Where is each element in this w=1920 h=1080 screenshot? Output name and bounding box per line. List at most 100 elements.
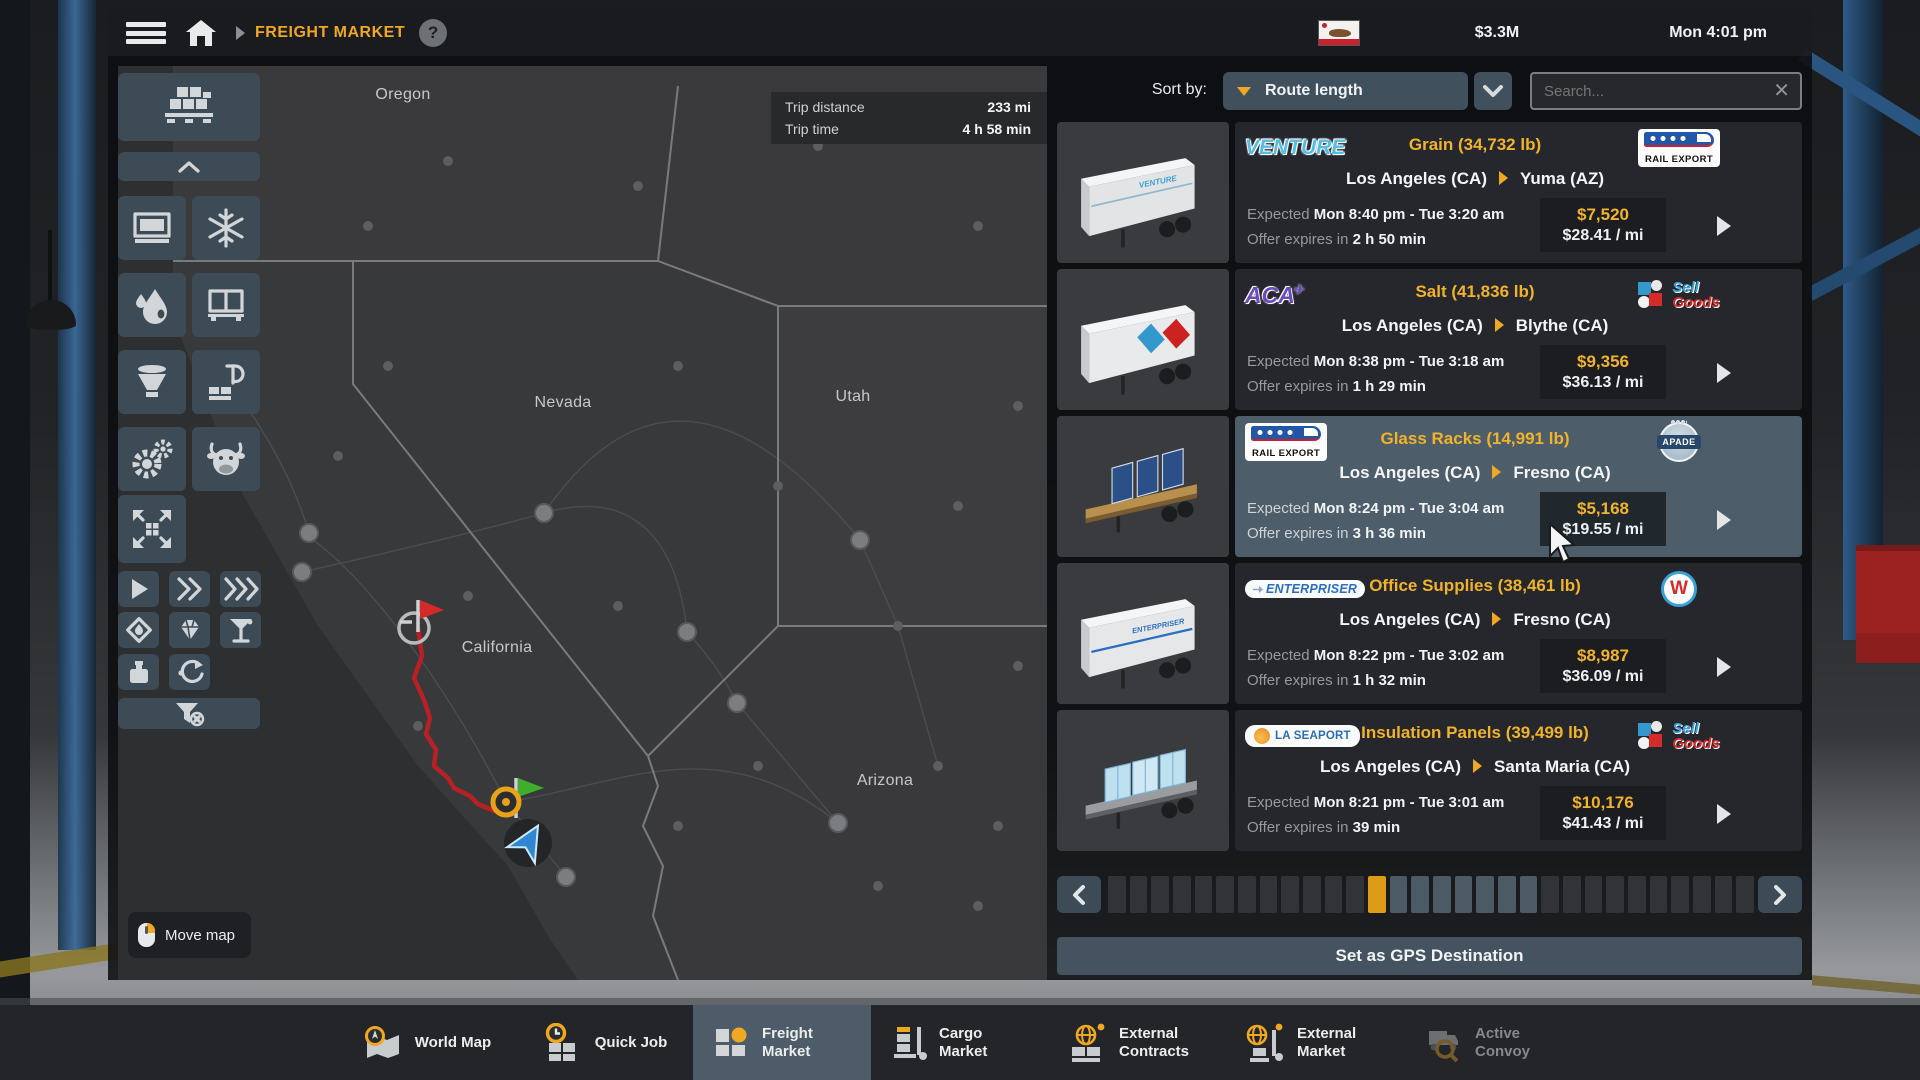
page-segment [1130, 876, 1148, 913]
open-offer-arrow[interactable] [1717, 216, 1731, 236]
page-segment [1606, 876, 1624, 913]
money-display[interactable]: $3.3M [1475, 24, 1519, 42]
offer-price: $8,987 [1577, 646, 1629, 666]
page-segment [1693, 876, 1711, 913]
filter-crane-hook-button[interactable] [192, 350, 260, 414]
filter-urgency-3-button[interactable] [220, 571, 261, 607]
nav-freight-market[interactable]: Freight Market [693, 1005, 871, 1080]
open-offer-arrow[interactable] [1717, 804, 1731, 824]
filter-oversized-button[interactable] [118, 495, 186, 563]
offer-price: $7,520 [1577, 205, 1629, 225]
train-icon [1644, 132, 1714, 147]
chevron-double-icon [175, 577, 205, 601]
trip-distance-label: Trip distance [785, 99, 865, 115]
page-title: FREIGHT MARKET [255, 24, 405, 42]
freight-offer-card-selected[interactable]: RAIL EXPORT Glass Racks (14,991 lb) APAD… [1057, 416, 1802, 557]
page-segment [1455, 876, 1473, 913]
snowflake-icon [205, 207, 247, 249]
open-offer-arrow[interactable] [1717, 657, 1731, 677]
filter-pallet-cargo-button[interactable] [118, 73, 260, 141]
filter-curtain-trailer-button[interactable] [118, 196, 186, 260]
page-segments [1108, 876, 1754, 913]
sort-expand-button[interactable] [1474, 72, 1512, 110]
city-dot [535, 504, 553, 522]
flammable-diamond-icon [125, 616, 153, 644]
move-map-label: Move map [165, 927, 235, 944]
filter-urgency-1-button[interactable] [118, 571, 159, 607]
receiver-logo-walbert: W [1661, 571, 1697, 607]
nav-cargo-market[interactable]: Cargo Market [871, 1005, 1049, 1080]
chevron-triple-icon [223, 577, 259, 601]
top-bar: FREIGHT MARKET ? $3.3M Mon 4:01 pm [108, 10, 1812, 56]
wall-edge [0, 0, 30, 1080]
city-dot [333, 451, 343, 461]
filter-heavy-button[interactable] [118, 654, 159, 690]
city-dot [363, 221, 373, 231]
page-segment [1563, 876, 1581, 913]
sort-order-icon [1237, 87, 1251, 96]
state-label-california: California [462, 639, 533, 657]
nav-world-map[interactable]: World Map [337, 1005, 515, 1080]
sort-dropdown[interactable]: Route length [1223, 72, 1468, 110]
price-box: $7,520 $28.41 / mi [1540, 198, 1666, 252]
freight-market-icon [710, 1024, 752, 1062]
filter-valuable-button[interactable] [169, 612, 210, 648]
search-box: ✕ [1530, 72, 1802, 110]
filter-liquid-button[interactable] [118, 273, 186, 337]
help-button[interactable]: ? [419, 19, 447, 47]
gem-icon [175, 617, 205, 643]
sort-by-label: Sort by: [1095, 81, 1207, 99]
home-icon[interactable] [184, 18, 218, 48]
price-box: $5,168 $19.55 / mi [1540, 492, 1666, 546]
freight-offer-card[interactable]: LA SEAPORT Insulation Panels (39,499 lb)… [1057, 710, 1802, 851]
next-page-button[interactable] [1758, 876, 1802, 913]
filter-refrigerated-button[interactable] [192, 196, 260, 260]
nav-quick-job[interactable]: Quick Job [515, 1005, 693, 1080]
menu-icon[interactable] [126, 19, 166, 47]
page-segment [1498, 876, 1516, 913]
expected-time: Expected Mon 8:21 pm - Tue 3:01 am [1247, 794, 1504, 811]
city-dot [851, 531, 869, 549]
rotate-arrow-icon [175, 658, 205, 686]
page-segment [1260, 876, 1278, 913]
cow-icon [204, 438, 248, 480]
open-offer-arrow[interactable] [1717, 363, 1731, 383]
page-segment [1325, 876, 1343, 913]
offer-expiry: Offer expires in 3 h 36 min [1247, 525, 1426, 542]
clear-search-icon[interactable]: ✕ [1773, 81, 1790, 101]
filter-adr-flammable-button[interactable] [118, 612, 159, 648]
city-dot [993, 821, 1003, 831]
open-offer-arrow[interactable] [1717, 510, 1731, 530]
clear-filters-button[interactable] [118, 698, 260, 729]
filter-urgency-2-button[interactable] [169, 571, 210, 607]
prev-page-button[interactable] [1057, 876, 1101, 913]
filter-bulk-button[interactable] [118, 350, 186, 414]
page-segment [1476, 876, 1494, 913]
blue-pillar-left [58, 0, 96, 950]
nav-active-convoy[interactable]: Active Convoy [1405, 1005, 1583, 1080]
filter-livestock-button[interactable] [192, 427, 260, 491]
route-line-text: Los Angeles (CA)Yuma (AZ) [1235, 169, 1715, 189]
collapse-filters-button[interactable] [118, 152, 260, 181]
freight-offer-card[interactable]: VENTURE VENTURE Grain (34,732 lb) RAIL E… [1057, 122, 1802, 263]
dry-van-trailer-image: VENTURE [1057, 122, 1229, 263]
nav-external-market[interactable]: External Market [1227, 1005, 1405, 1080]
chevron-left-icon [1071, 884, 1087, 906]
clear-filter-icon [172, 701, 206, 727]
offer-expiry: Offer expires in 39 min [1247, 819, 1400, 836]
freight-offer-card[interactable]: ACA✈ Salt (41,836 lb) SellGoods Los Ange… [1057, 269, 1802, 410]
city-dot [633, 181, 643, 191]
filter-fragile-button[interactable] [220, 612, 261, 648]
page-segment [1736, 876, 1754, 913]
city-dot [1013, 401, 1023, 411]
filter-machinery-button[interactable] [118, 427, 186, 491]
city-dot [293, 563, 311, 581]
search-input[interactable] [1542, 82, 1773, 101]
filter-container-button[interactable] [192, 273, 260, 337]
filter-return-job-button[interactable] [169, 654, 210, 690]
breadcrumb-arrow-icon [236, 26, 245, 40]
nav-external-contracts[interactable]: External Contracts [1049, 1005, 1227, 1080]
set-gps-destination-button[interactable]: Set as GPS Destination [1057, 937, 1802, 975]
trip-time-label: Trip time [785, 121, 839, 137]
freight-offer-card[interactable]: ENTERPRISER ENTERPRISER Office Supplies … [1057, 563, 1802, 704]
